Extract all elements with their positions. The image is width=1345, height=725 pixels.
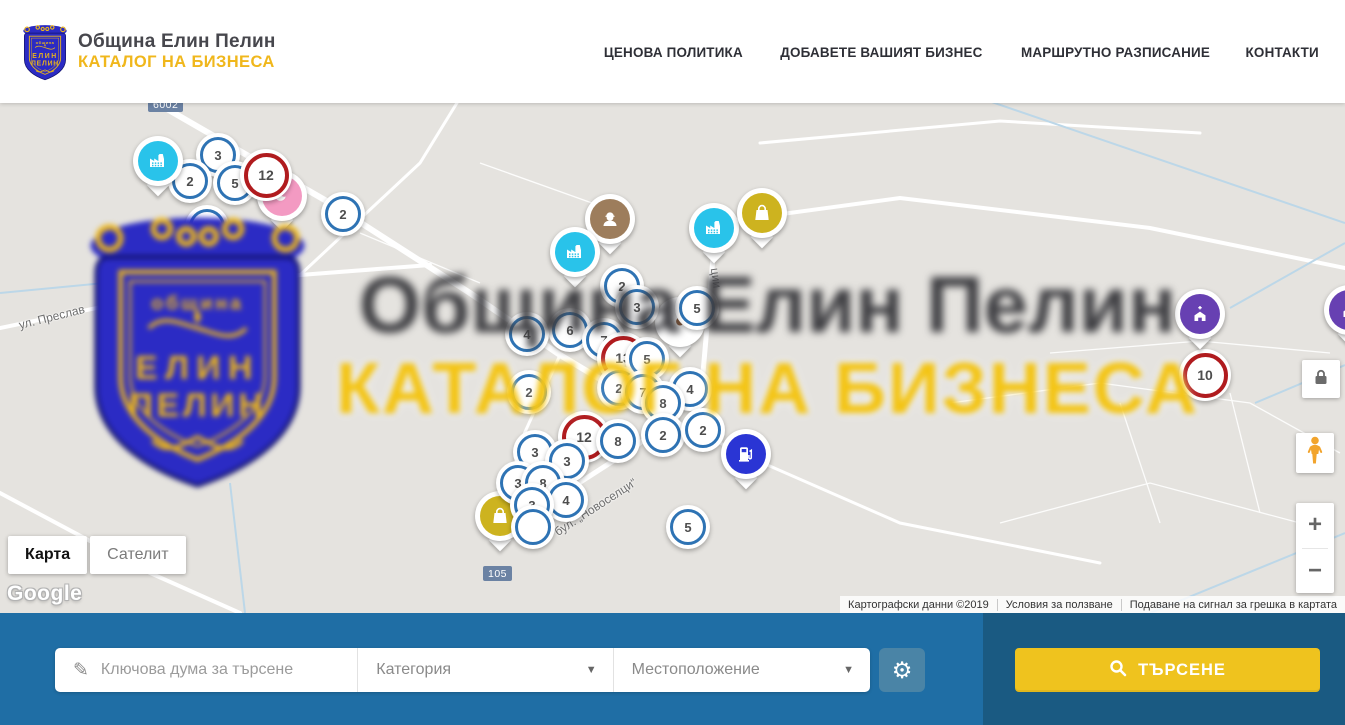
header: община ЕЛИН ПЕЛИН Община Елин Пелин КАТА… <box>0 0 1345 103</box>
satellite-view-button[interactable]: Сателит <box>90 536 185 574</box>
cluster-marker[interactable]: 2 <box>507 370 551 414</box>
svg-text:ЕЛИН: ЕЛИН <box>32 52 57 59</box>
cluster-count: 2 <box>685 412 721 448</box>
shopping-bag-icon <box>742 193 782 233</box>
cluster-count: 5 <box>670 509 706 545</box>
brand-title: Община Елин Пелин <box>78 31 276 53</box>
category-select[interactable]: Категория ▼ <box>357 648 612 692</box>
location-select[interactable]: Местоположение ▼ <box>613 648 870 692</box>
pencil-icon: ✎ <box>73 659 89 682</box>
map-attribution: Картографски данни ©2019 Условия за полз… <box>840 596 1345 613</box>
street-label: ции <box>708 267 725 289</box>
church-pin[interactable] <box>1175 289 1225 339</box>
cluster-marker[interactable]: 2 <box>185 205 229 249</box>
search-icon <box>1109 659 1127 682</box>
cluster-count: 2 <box>645 417 681 453</box>
cluster-count: 12 <box>244 153 289 198</box>
map-data-copyright: Картографски данни ©2019 <box>840 599 997 611</box>
fuel-icon <box>726 434 766 474</box>
cluster-count: 2 <box>325 196 361 232</box>
cluster-marker[interactable]: 5 <box>666 505 710 549</box>
nav-pricing-policy[interactable]: ЦЕНОВА ПОЛИТИКА <box>604 44 743 60</box>
report-map-error-link[interactable]: Подаване на сигнал за грешка в картата <box>1121 599 1345 611</box>
svg-text:ПЕЛИН: ПЕЛИН <box>31 60 59 67</box>
factory-pin[interactable] <box>550 227 600 277</box>
gear-icon: ⚙ <box>892 659 913 682</box>
factory-icon <box>694 208 734 248</box>
map-type-control: Карта Сателит <box>8 536 186 574</box>
municipality-crest-icon: община ЕЛИН ПЕЛИН <box>22 24 68 82</box>
map-view-button[interactable]: Карта <box>8 536 87 574</box>
pegman-icon <box>1305 435 1325 471</box>
cluster-marker[interactable]: 3 <box>615 285 659 329</box>
road-badge: 6002 <box>148 103 183 112</box>
pin-disc <box>133 136 183 186</box>
chevron-down-icon: ▼ <box>586 664 597 676</box>
brand-text: Община Елин Пелин КАТАЛОГ НА БИЗНЕСА <box>78 31 276 72</box>
road-badge: 105 <box>483 566 512 581</box>
cluster-count: 3 <box>619 289 655 325</box>
cluster-count: 2 <box>189 209 225 245</box>
pin-disc <box>721 429 771 479</box>
search-button[interactable]: ТЪРСЕНЕ <box>1015 648 1320 692</box>
crest-svg: община ЕЛИН ПЕЛИН <box>22 24 68 82</box>
keyword-search-input[interactable] <box>99 660 357 680</box>
nav-contacts[interactable]: КОНТАКТИ <box>1245 44 1318 60</box>
cluster-marker[interactable]: 5 <box>675 286 719 330</box>
search-fields-group: ✎ Категория ▼ Местоположение ▼ <box>55 648 870 692</box>
cluster-count <box>515 509 551 545</box>
search-button-label: ТЪРСЕНЕ <box>1138 661 1226 680</box>
pin-disc <box>737 188 787 238</box>
cluster-marker[interactable]: 12 <box>240 149 292 201</box>
nav-route-schedule[interactable]: МАРШРУТНО РАЗПИСАНИЕ <box>1021 44 1210 60</box>
zoom-in-button[interactable]: + <box>1296 503 1334 548</box>
factory-pin[interactable] <box>689 203 739 253</box>
cluster-marker[interactable]: 8 <box>596 419 640 463</box>
cluster-marker[interactable]: 10 <box>1179 349 1231 401</box>
category-select-value: Категория <box>376 661 585 679</box>
pin-disc <box>689 203 739 253</box>
cluster-count: 2 <box>511 374 547 410</box>
keyword-field-wrap: ✎ <box>55 648 357 692</box>
zoom-out-button[interactable]: − <box>1296 549 1334 594</box>
chevron-down-icon: ▼ <box>843 664 854 676</box>
fuel-pin[interactable] <box>721 429 771 479</box>
lock-button[interactable] <box>1302 360 1340 398</box>
advanced-options-button[interactable]: ⚙ <box>879 648 925 692</box>
cluster-marker[interactable]: 2 <box>681 408 725 452</box>
cluster-count: 4 <box>509 316 545 352</box>
brand-subtitle: КАТАЛОГ НА БИЗНЕСА <box>78 53 276 72</box>
church-pin[interactable] <box>1324 285 1345 335</box>
factory-icon <box>555 232 595 272</box>
lock-icon <box>1313 368 1329 391</box>
cluster-count: 10 <box>1183 353 1228 398</box>
map[interactable]: 32512222356471352274812822333843510ул. П… <box>0 103 1345 613</box>
cluster-marker[interactable]: 4 <box>505 312 549 356</box>
pin-disc <box>1324 285 1345 335</box>
cluster-count: 8 <box>600 423 636 459</box>
terms-of-use-link[interactable]: Условия за ползване <box>997 599 1121 611</box>
shopping-bag-pin[interactable] <box>737 188 787 238</box>
brand-logo[interactable]: община ЕЛИН ПЕЛИН Община Елин Пелин КАТА… <box>22 22 276 82</box>
pin-disc <box>1175 289 1225 339</box>
page: 32512222356471352274812822333843510ул. П… <box>0 0 1345 725</box>
church-icon <box>1180 294 1220 334</box>
pin-disc <box>550 227 600 277</box>
nav-add-your-business[interactable]: ДОБАВЕТЕ ВАШИЯТ БИЗНЕС <box>780 44 982 60</box>
main-nav: ЦЕНОВА ПОЛИТИКА ДОБАВЕТЕ ВАШИЯТ БИЗНЕС М… <box>601 0 1320 103</box>
google-logo[interactable]: Google <box>7 582 82 606</box>
church-icon <box>1329 290 1345 330</box>
cluster-marker[interactable]: 2 <box>321 192 365 236</box>
location-select-value: Местоположение <box>632 661 843 679</box>
factory-pin[interactable] <box>133 136 183 186</box>
pegman-control[interactable] <box>1296 433 1334 473</box>
cluster-marker[interactable]: 2 <box>641 413 685 457</box>
cluster-marker[interactable] <box>511 505 555 549</box>
factory-icon <box>138 141 178 181</box>
cluster-count: 5 <box>679 290 715 326</box>
zoom-control: + − <box>1296 503 1334 593</box>
